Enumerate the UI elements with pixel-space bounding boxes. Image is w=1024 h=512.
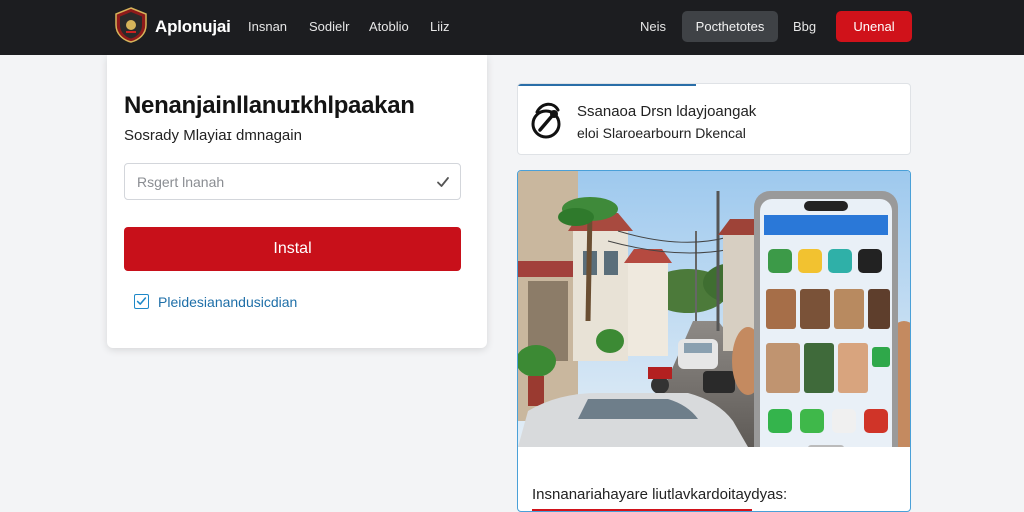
- register-input-placeholder: Rsgert lnanah: [137, 174, 225, 190]
- info-line-1: Ssanaoa Drsn ldayjoangak: [577, 103, 757, 120]
- agree-checkbox-label[interactable]: Pleidesianandusicdian: [158, 294, 297, 310]
- nav-link-blog[interactable]: Bbg: [793, 19, 816, 34]
- promo-caption: Insnanariahayare liutlavkardoitaydyas:: [532, 486, 788, 503]
- top-navbar: Aplonujai Insnan Sodielr Atoblio Liiz Ne…: [0, 0, 1024, 55]
- shield-logo-icon[interactable]: [114, 7, 148, 43]
- info-line-2: eloi Slaroearbourn Dkencal: [577, 125, 746, 141]
- nav-secondary-button[interactable]: Pocthetotes: [682, 11, 778, 42]
- street-phone-photo: [518, 171, 910, 447]
- nav-primary-button[interactable]: Unenal: [836, 11, 912, 42]
- brand-name[interactable]: Aplonujai: [155, 17, 231, 37]
- info-card: Ssanaoa Drsn ldayjoangak eloi Slaroearbo…: [517, 83, 911, 155]
- nav-link-4[interactable]: Liiz: [430, 19, 450, 34]
- form-title: Nenanjainllanuɪkhlpaakan: [124, 92, 415, 119]
- info-card-accent-bar: [518, 84, 696, 86]
- promo-card: Insnanariahayare liutlavkardoitaydyas:: [517, 170, 911, 512]
- agree-checkbox[interactable]: [134, 294, 149, 309]
- wrench-globe-icon: [531, 102, 561, 139]
- nav-link-2[interactable]: Sodielr: [309, 19, 349, 34]
- nav-link-news[interactable]: Neis: [640, 19, 666, 34]
- install-form-card: Nenanjainllanuɪkhlpaakan Sosrady Mlayiaɪ…: [107, 55, 487, 348]
- checkmark-icon: [437, 177, 449, 187]
- nav-link-3[interactable]: Atoblio: [369, 19, 409, 34]
- nav-link-1[interactable]: Insnan: [248, 19, 287, 34]
- register-input[interactable]: Rsgert lnanah: [124, 163, 461, 200]
- install-button[interactable]: Instal: [124, 227, 461, 271]
- form-subtitle: Sosrady Mlayiaɪ dmnagain: [124, 127, 302, 144]
